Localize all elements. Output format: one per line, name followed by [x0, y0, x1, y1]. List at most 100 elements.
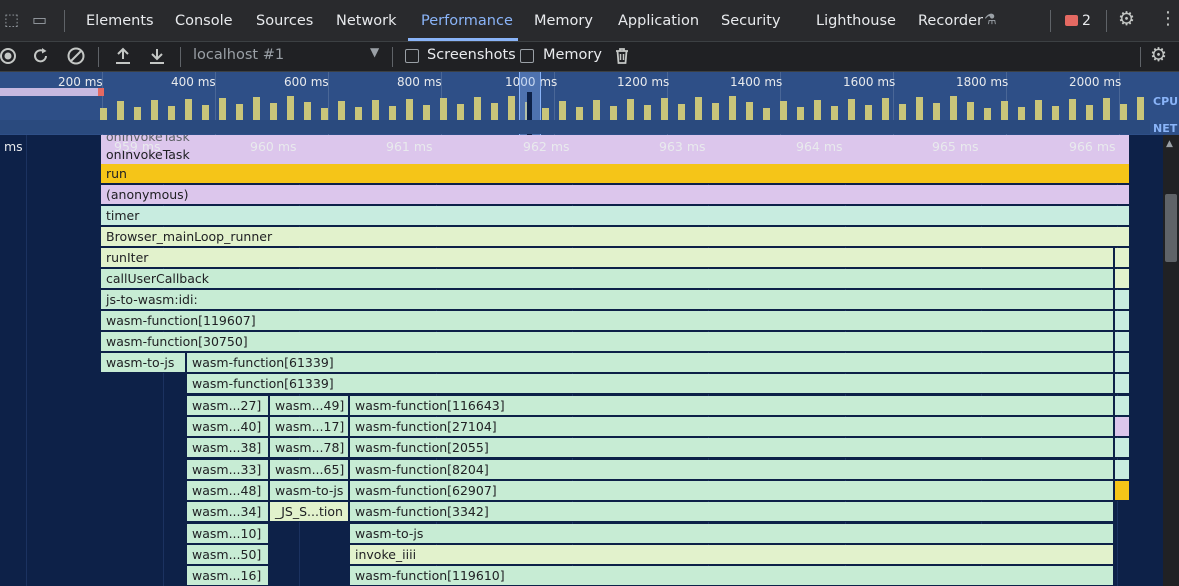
tab-security[interactable]: Security — [721, 0, 781, 41]
flame-bar[interactable]: wasm-function[8204] — [349, 460, 1114, 480]
flame-bar[interactable]: wasm...40] — [186, 417, 269, 437]
flame-bar[interactable]: wasm-to-js — [269, 481, 349, 501]
cpu-activity-bar — [219, 98, 226, 120]
flame-bar[interactable] — [1114, 269, 1130, 289]
flame-bar[interactable]: wasm...38] — [186, 438, 269, 458]
flame-bar[interactable] — [1114, 290, 1130, 310]
target-select[interactable]: localhost #1 — [193, 47, 284, 63]
flame-chart[interactable]: onInvokeTask onInvokeTask ms 959 ms 960 … — [0, 135, 1163, 586]
flame-bar[interactable]: wasm...27] — [186, 396, 269, 416]
upload-icon[interactable] — [113, 46, 133, 71]
performance-toolbar: localhost #1 ▼ Screenshots Memory ⚙ — [0, 42, 1179, 72]
tab-performance[interactable]: Performance — [421, 0, 513, 41]
cpu-activity-bar — [1086, 105, 1093, 120]
tab-application[interactable]: Application — [618, 0, 699, 41]
tab-memory[interactable]: Memory — [534, 0, 593, 41]
flame-bar[interactable]: timer — [100, 206, 1130, 226]
flame-bar[interactable]: wasm-function[2055] — [349, 438, 1114, 458]
chevron-down-icon[interactable]: ▼ — [370, 45, 379, 59]
flame-bar[interactable]: wasm-function[3342] — [349, 502, 1114, 522]
scrollbar-thumb[interactable] — [1165, 194, 1177, 262]
ruler-tick: 961 ms — [386, 139, 433, 154]
tab-network[interactable]: Network — [336, 0, 397, 41]
flame-bar[interactable] — [1114, 332, 1130, 352]
cpu-activity-bar — [491, 103, 498, 120]
flame-bar[interactable]: wasm-function[61339] — [186, 374, 1114, 394]
flame-bar[interactable]: wasm-to-js — [349, 524, 1114, 544]
scroll-up-icon[interactable]: ▲ — [1166, 139, 1173, 149]
cpu-activity-bar — [712, 103, 719, 120]
flame-bar[interactable]: runIter — [100, 248, 1114, 268]
flame-bar[interactable]: Browser_mainLoop_runner — [100, 227, 1130, 247]
device-toolbar-icon[interactable]: ▭ — [32, 10, 47, 30]
inspect-element-icon[interactable]: ⬚ — [4, 10, 19, 30]
tab-elements[interactable]: Elements — [86, 0, 154, 41]
ruler-tick: 966 ms — [1069, 139, 1116, 154]
flame-bar[interactable]: callUserCallback — [100, 269, 1114, 289]
trash-icon[interactable] — [612, 46, 632, 71]
flame-bar[interactable]: wasm...48] — [186, 481, 269, 501]
flame-bar[interactable]: (anonymous) — [100, 185, 1130, 205]
flame-bar[interactable] — [1114, 481, 1130, 501]
active-tab-indicator — [408, 38, 518, 41]
flame-bar[interactable] — [1114, 460, 1130, 480]
tab-sources[interactable]: Sources — [256, 0, 313, 41]
timeline-overview[interactable]: 200 ms 400 ms 600 ms 800 ms 1000 ms 1200… — [0, 72, 1179, 135]
cpu-activity-bar — [185, 99, 192, 120]
flame-bar[interactable]: wasm-function[119610] — [349, 566, 1114, 586]
flame-bar[interactable]: invoke_iiii — [349, 545, 1114, 565]
memory-checkbox[interactable] — [520, 49, 534, 63]
flame-bar[interactable]: wasm-function[116643] — [349, 396, 1114, 416]
flame-bar[interactable] — [1114, 311, 1130, 331]
flame-bar-run[interactable]: run — [100, 164, 1130, 184]
time-ruler: ms 959 ms 960 ms 961 ms 962 ms 963 ms 96… — [0, 135, 1163, 157]
cpu-activity-bar — [1001, 101, 1008, 120]
cpu-activity-bar — [355, 107, 362, 120]
flame-bar[interactable] — [1114, 417, 1130, 437]
cpu-activity-bar — [287, 96, 294, 120]
cpu-activity-bar — [678, 104, 685, 120]
cpu-activity-bar — [1018, 107, 1025, 120]
flame-bar[interactable]: wasm...50] — [186, 545, 269, 565]
more-options-icon[interactable]: ⋮ — [1159, 9, 1177, 29]
flame-bar[interactable]: wasm-function[27104] — [349, 417, 1114, 437]
cpu-activity-bar — [610, 106, 617, 120]
flame-bar[interactable]: wasm...17] — [269, 417, 349, 437]
tab-console[interactable]: Console — [175, 0, 233, 41]
issues-icon[interactable] — [1065, 15, 1078, 26]
reload-icon[interactable] — [31, 46, 51, 71]
record-icon[interactable] — [0, 46, 18, 71]
cpu-activity-bar — [508, 96, 515, 120]
settings-gear-icon[interactable]: ⚙ — [1118, 9, 1135, 29]
cpu-activity-bar — [1120, 104, 1127, 120]
cpu-activity-bar — [814, 100, 821, 120]
screenshots-checkbox[interactable] — [405, 49, 419, 63]
cpu-activity-bar — [848, 99, 855, 120]
flame-bar[interactable]: wasm-function[119607] — [100, 311, 1114, 331]
download-icon[interactable] — [147, 46, 167, 71]
tab-recorder[interactable]: Recorder — [918, 0, 983, 41]
flame-bar[interactable]: wasm...16] — [186, 566, 269, 586]
flame-bar[interactable]: js-to-wasm:idi: — [100, 290, 1114, 310]
flame-bar[interactable] — [1114, 248, 1130, 268]
flame-bar[interactable] — [1114, 438, 1130, 458]
flame-bar[interactable]: wasm-function[62907] — [349, 481, 1114, 501]
flame-bar[interactable]: wasm...49] — [269, 396, 349, 416]
tab-lighthouse[interactable]: Lighthouse — [816, 0, 896, 41]
flame-bar[interactable]: wasm...65] — [269, 460, 349, 480]
flame-bar[interactable]: wasm...34] — [186, 502, 269, 522]
flame-bar[interactable] — [1114, 374, 1130, 394]
flame-bar[interactable]: wasm...10] — [186, 524, 269, 544]
capture-settings-icon[interactable]: ⚙ — [1150, 45, 1167, 65]
flame-bar[interactable]: wasm...33] — [186, 460, 269, 480]
issues-count[interactable]: 2 — [1082, 0, 1091, 41]
flame-bar[interactable]: wasm-function[61339] — [186, 353, 1114, 373]
cpu-activity-bar — [780, 101, 787, 120]
clear-icon[interactable] — [66, 46, 86, 71]
flame-bar[interactable] — [1114, 396, 1130, 416]
flame-bar[interactable]: wasm-function[30750] — [100, 332, 1114, 352]
flame-bar[interactable]: wasm...78] — [269, 438, 349, 458]
flame-bar[interactable]: _JS_S...tion — [269, 502, 349, 522]
flame-bar[interactable] — [1114, 353, 1130, 373]
flame-bar[interactable]: wasm-to-js — [100, 353, 186, 373]
